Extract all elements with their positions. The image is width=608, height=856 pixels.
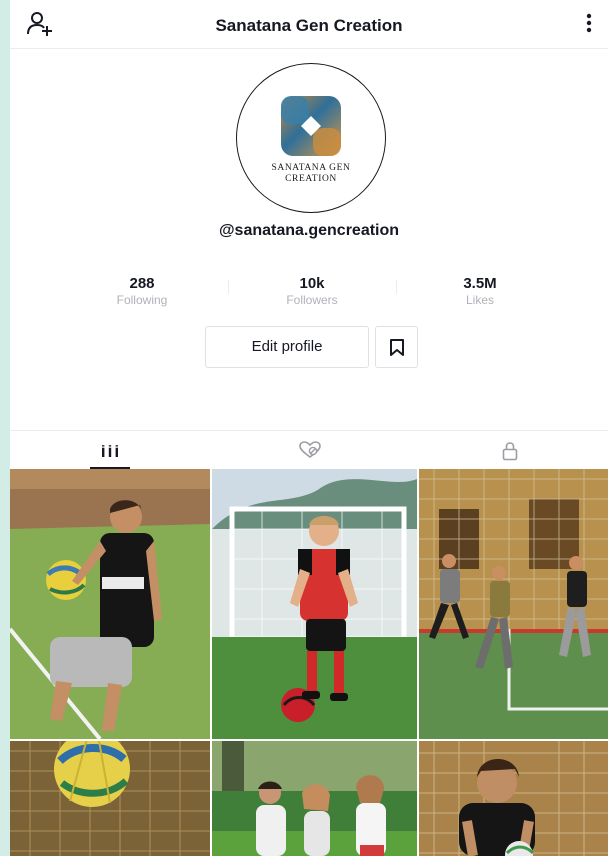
profile-tabs — [10, 430, 608, 469]
bookmark-icon — [390, 339, 404, 356]
stat-divider — [228, 280, 229, 294]
username: @sanatana.gencreation — [218, 222, 400, 239]
avatar[interactable]: SANATANA GEN CREATION — [236, 63, 386, 213]
video-thumbnail[interactable] — [10, 741, 210, 856]
more-vertical-icon[interactable] — [584, 12, 594, 36]
following-count: 288 — [129, 275, 155, 292]
tab-videos[interactable] — [10, 431, 209, 469]
video-thumbnail[interactable] — [212, 469, 417, 739]
followers-count: 10k — [299, 275, 325, 292]
following-label: Following — [116, 293, 168, 307]
video-grid — [10, 469, 608, 856]
grid-icon — [102, 443, 118, 457]
edit-profile-button[interactable]: Edit profile — [205, 326, 369, 368]
likes-count: 3.5M — [463, 275, 497, 292]
lock-icon — [502, 442, 518, 461]
tab-private[interactable] — [408, 431, 607, 469]
liked-heart-icon — [299, 441, 321, 458]
stat-likes[interactable]: 3.5M Likes — [420, 275, 540, 307]
profile-screen: Sanatana Gen Creation SANATANA GEN CREAT… — [10, 0, 608, 856]
stat-followers[interactable]: 10k Followers — [252, 275, 372, 307]
video-thumbnail[interactable] — [10, 469, 210, 739]
stat-divider — [396, 280, 397, 294]
brand-name-line-2: CREATION — [285, 174, 337, 184]
followers-label: Followers — [286, 293, 338, 307]
top-bar: Sanatana Gen Creation — [10, 0, 608, 49]
tab-liked[interactable] — [209, 431, 408, 469]
brand-logo — [281, 96, 341, 156]
page-title: Sanatana Gen Creation — [215, 16, 403, 35]
brand-name-line-1: SANATANA GEN — [271, 163, 351, 173]
bookmark-button[interactable] — [375, 326, 418, 368]
video-thumbnail[interactable] — [419, 741, 608, 856]
likes-label: Likes — [465, 293, 494, 307]
stat-following[interactable]: 288 Following — [82, 275, 202, 307]
video-thumbnail[interactable] — [419, 469, 608, 739]
video-thumbnail[interactable] — [212, 741, 417, 856]
